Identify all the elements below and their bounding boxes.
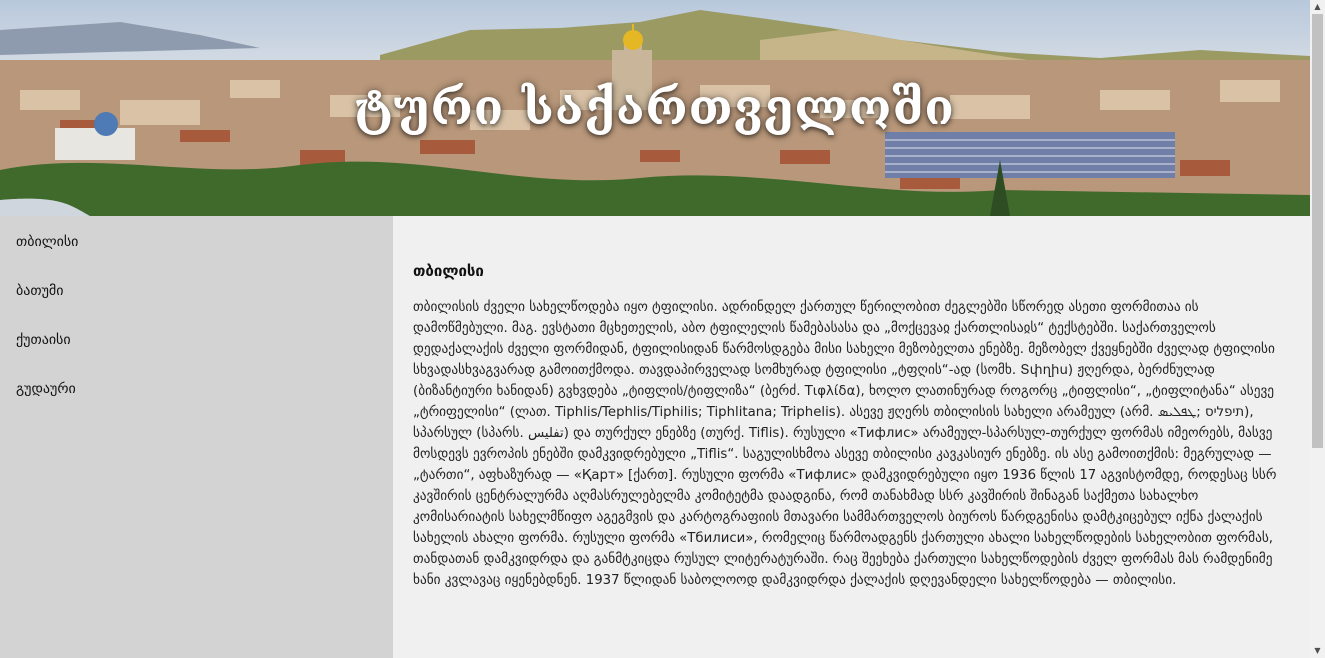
- main-content: თბილისი თბილისის ძველი სახელწოდება იყო ტ…: [393, 216, 1310, 658]
- scrollbar-thumb[interactable]: [1312, 14, 1323, 448]
- article-heading: თბილისი: [413, 262, 484, 280]
- sidebar-item-tbilisi[interactable]: თბილისი: [0, 217, 393, 266]
- article-body: თბილისის ძველი სახელწოდება იყო ტფილისი. …: [413, 300, 1277, 588]
- sidebar-item-gudauri[interactable]: გუდაური: [0, 364, 393, 413]
- vertical-scrollbar[interactable]: ▲ ▼: [1310, 0, 1325, 658]
- scroll-down-arrow-icon[interactable]: ▼: [1310, 644, 1325, 658]
- header-banner: ტური საქართველოში: [0, 0, 1310, 216]
- page-title: ტური საქართველოში: [355, 80, 955, 136]
- scroll-up-arrow-icon[interactable]: ▲: [1310, 0, 1325, 14]
- sidebar-item-kutaisi[interactable]: ქუთაისი: [0, 315, 393, 364]
- sidebar-item-batumi[interactable]: ბათუმი: [0, 266, 393, 315]
- sidebar-nav: თბილისი ბათუმი ქუთაისი გუდაური: [0, 216, 393, 658]
